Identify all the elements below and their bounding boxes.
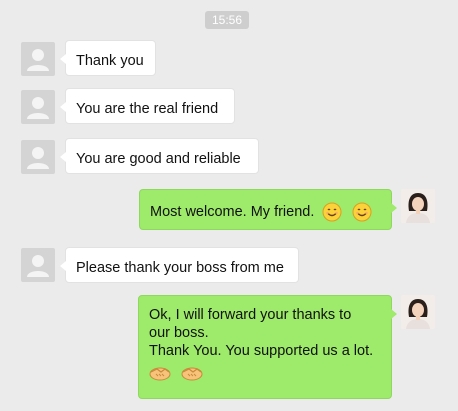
message-text: You are good and reliable (76, 151, 241, 167)
handshake-emoji (181, 367, 203, 381)
my-avatar[interactable] (401, 189, 435, 223)
message-line: Thank You. You supported us a lot. (149, 343, 374, 359)
emoji-row (149, 364, 381, 382)
incoming-message[interactable]: Please thank your boss from me (60, 247, 299, 283)
default-user-icon (27, 49, 49, 71)
handshake-emoji (149, 367, 171, 381)
message-text: You are the real friend (76, 101, 219, 117)
default-user-icon (27, 147, 49, 169)
message-text: Please thank your boss from me (76, 260, 284, 276)
user-photo-icon (401, 189, 435, 223)
outgoing-message[interactable]: Most welcome. My friend. (139, 189, 397, 230)
contact-avatar[interactable] (21, 140, 55, 174)
timestamp: 15:56 (205, 11, 249, 29)
incoming-message[interactable]: You are the real friend (60, 88, 235, 124)
smile-emoji (352, 202, 372, 222)
incoming-message[interactable]: Thank you (60, 40, 156, 76)
contact-avatar[interactable] (21, 248, 55, 282)
default-user-icon (27, 97, 49, 119)
message-line: our boss. (149, 325, 209, 341)
message-line: Ok, I will forward your thanks to (149, 307, 352, 323)
smile-emoji (322, 202, 342, 222)
incoming-message[interactable]: You are good and reliable (60, 138, 259, 174)
my-avatar[interactable] (401, 295, 435, 329)
user-photo-icon (401, 295, 435, 329)
outgoing-message[interactable]: Ok, I will forward your thanks to our bo… (138, 295, 397, 399)
contact-avatar[interactable] (21, 90, 55, 124)
message-text: Thank you (76, 53, 144, 69)
default-user-icon (27, 255, 49, 277)
contact-avatar[interactable] (21, 42, 55, 76)
message-text: Most welcome. My friend. (150, 203, 315, 220)
